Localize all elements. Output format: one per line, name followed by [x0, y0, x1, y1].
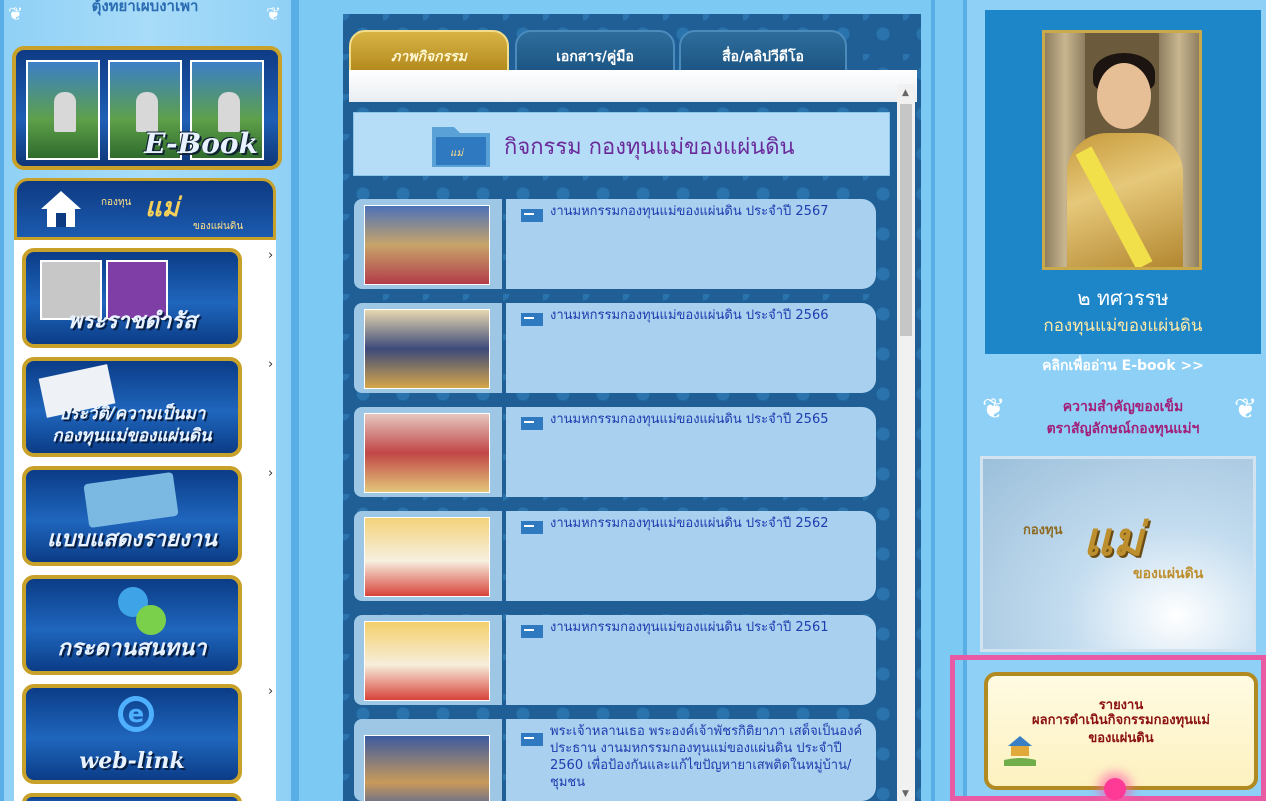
tab-bar: ภาพกิจกรรม เอกสาร/คู่มือ สื่อ/คลิปวีดีโอ: [349, 30, 917, 74]
activity-card[interactable]: งานมหกรรมกองทุนแม่ของแผ่นดิน ประจำปี 256…: [506, 615, 876, 705]
folder-icon: [83, 471, 179, 529]
cursor-indicator: [1104, 778, 1126, 800]
activity-thumbnail[interactable]: [354, 199, 502, 289]
activity-card[interactable]: งานมหกรรมกองทุนแม่ของแผ่นดิน ประจำปี 256…: [506, 407, 876, 497]
scroll-down-icon[interactable]: ▼: [902, 789, 909, 799]
menu-caption: แบบแสดงรายงาน: [47, 526, 217, 552]
activity-thumbnail[interactable]: [354, 719, 502, 801]
activity-photo[interactable]: [364, 517, 490, 597]
sidebar-header: ตุ้งทยาเผบงาเพา: [91, 0, 199, 15]
divider: [931, 0, 935, 801]
home-icon[interactable]: [39, 189, 83, 229]
fund-logo-prefix: กองทุน: [101, 197, 132, 208]
menu-item-web-link[interactable]: e web-link: [22, 684, 242, 784]
badge-importance-link[interactable]: ความสำคัญของเข็ม ตราสัญลักษณ์กองทุนแม่ฯ: [985, 396, 1261, 440]
scrollbar-thumb[interactable]: [900, 104, 912, 336]
menu-caption: กระดานสนทนา: [57, 635, 207, 661]
home-banner[interactable]: แม่ กองทุน ของแผ่นดิน: [14, 178, 276, 240]
ornament-icon: ❦: [8, 4, 24, 25]
activity-link[interactable]: งานมหกรรมกองทุนแม่ของแผ่นดิน ประจำปี 256…: [550, 411, 870, 428]
report-line3: ของแผ่นดิน: [1088, 731, 1154, 746]
activity-thumbnail[interactable]: [354, 511, 502, 601]
menu-caption: ประวัติ/ความเป็นมา กองทุนแม่ของแผ่นดิน: [26, 403, 238, 447]
importance-line2: ตราสัญลักษณ์กองทุนแม่ฯ: [1046, 421, 1200, 437]
divider: [0, 0, 4, 801]
activity-link[interactable]: งานมหกรรมกองทุนแม่ของแผ่นดิน ประจำปี 256…: [550, 515, 870, 532]
video-logo-prefix: กองทุน: [1023, 523, 1063, 538]
ebook-label: E-Book: [144, 127, 258, 160]
chevron-right-icon[interactable]: ›: [268, 248, 273, 263]
tab-activity-photos[interactable]: ภาพกิจกรรม: [349, 30, 509, 72]
fund-logo: แม่: [145, 193, 179, 223]
house-in-hand-icon: [1004, 736, 1036, 766]
banner-subtitle: กองทุนแม่ของแผ่นดิน: [1043, 316, 1203, 336]
chevron-right-icon[interactable]: ›: [268, 684, 273, 699]
activity-thumbnail[interactable]: [354, 615, 502, 705]
browser-icon: e: [118, 696, 154, 732]
activity-photo[interactable]: [364, 309, 490, 389]
menu-item-more[interactable]: [22, 793, 242, 801]
read-ebook-link[interactable]: คลิกเพื่ออ่าน E-book >>: [985, 355, 1261, 377]
section-header: แม่ กิจกรรม กองทุนแม่ของแผ่นดิน: [353, 112, 890, 176]
scroll-up-icon[interactable]: ▲: [902, 88, 909, 98]
menu-caption-line2: กองทุนแม่ของแผ่นดิน: [52, 426, 212, 446]
activity-photo[interactable]: [364, 205, 490, 285]
royal-portrait[interactable]: [1042, 30, 1202, 270]
tab-documents[interactable]: เอกสาร/คู่มือ: [515, 30, 675, 72]
activity-link[interactable]: พระเจ้าหลานเธอ พระองค์เจ้าพัชรกิติยาภา เ…: [550, 723, 870, 791]
activity-link[interactable]: งานมหกรรมกองทุนแม่ของแผ่นดิน ประจำปี 256…: [550, 203, 870, 220]
importance-line1: ความสำคัญของเข็ม: [1062, 399, 1184, 415]
menu-item-royal-speech[interactable]: พระราชดำรัส: [22, 248, 242, 348]
scrollbar[interactable]: ▲ ▼: [897, 84, 915, 801]
activity-card[interactable]: งานมหกรรมกองทุนแม่ของแผ่นดิน ประจำปี 256…: [506, 511, 876, 601]
ebook-banner[interactable]: E-Book: [12, 46, 282, 170]
folder-icon: [521, 313, 543, 326]
activity-link[interactable]: งานมหกรรมกองทุนแม่ของแผ่นดิน ประจำปี 256…: [550, 619, 870, 636]
folder-icon: [521, 417, 543, 430]
ornament-icon: ❦: [266, 4, 282, 25]
folder-icon: [521, 521, 543, 534]
activity-photo[interactable]: [364, 413, 490, 493]
activity-card[interactable]: งานมหกรรมกองทุนแม่ของแผ่นดิน ประจำปี 256…: [506, 303, 876, 393]
activity-photo[interactable]: [364, 735, 490, 801]
content-top-strip: [349, 70, 917, 102]
activity-report-button[interactable]: รายงาน ผลการดำเนินกิจกรรมกองทุนแม่ ของแผ…: [984, 672, 1258, 790]
menu-item-report-form[interactable]: แบบแสดงรายงาน: [22, 466, 242, 566]
video-logo-sub: ของแผ่นดิน: [1133, 566, 1204, 582]
folder-icon: [521, 733, 543, 746]
divider: [295, 0, 299, 801]
activity-card[interactable]: พระเจ้าหลานเธอ พระองค์เจ้าพัชรกิติยาภา เ…: [506, 719, 876, 801]
activity-photo[interactable]: [364, 621, 490, 701]
ebook-cover: [26, 60, 100, 160]
activity-thumbnail[interactable]: [354, 303, 502, 393]
menu-caption-line1: ประวัติ/ความเป็นมา: [58, 404, 206, 424]
video-player[interactable]: กองทุน แม่ ของแผ่นดิน: [980, 456, 1256, 652]
menu-caption: web-link: [79, 748, 185, 774]
menu-item-forum[interactable]: กระดานสนทนา: [22, 575, 242, 675]
menu-item-history[interactable]: ประวัติ/ความเป็นมา กองทุนแม่ของแผ่นดิน: [22, 357, 242, 457]
section-title: กิจกรรม กองทุนแม่ของแผ่นดิน: [504, 135, 795, 160]
activity-thumbnail[interactable]: [354, 407, 502, 497]
activity-link[interactable]: งานมหกรรมกองทุนแม่ของแผ่นดิน ประจำปี 256…: [550, 307, 870, 324]
menu-caption: พระราชดำรัส: [67, 308, 197, 334]
svg-text:แม่: แม่: [450, 148, 465, 159]
sidebar-menu: พระราชดำรัส › ประวัติ/ความเป็นมา กองทุนแ…: [14, 240, 276, 801]
report-line2: ผลการดำเนินกิจกรรมกองทุนแม่: [1031, 713, 1211, 728]
chevron-right-icon[interactable]: ›: [268, 357, 273, 372]
fund-logo-sub: ของแผ่นดิน: [193, 221, 244, 232]
banner-title: ๒ ทศวรรษ: [1077, 286, 1169, 310]
folder-icon: แม่: [432, 127, 490, 167]
chevron-right-icon[interactable]: ›: [268, 466, 273, 481]
tab-video-clips[interactable]: สื่อ/คลิปวีดีโอ: [679, 30, 847, 72]
activity-card[interactable]: งานมหกรรมกองทุนแม่ของแผ่นดิน ประจำปี 256…: [506, 199, 876, 289]
folder-icon: [521, 209, 543, 222]
folder-icon: [521, 625, 543, 638]
